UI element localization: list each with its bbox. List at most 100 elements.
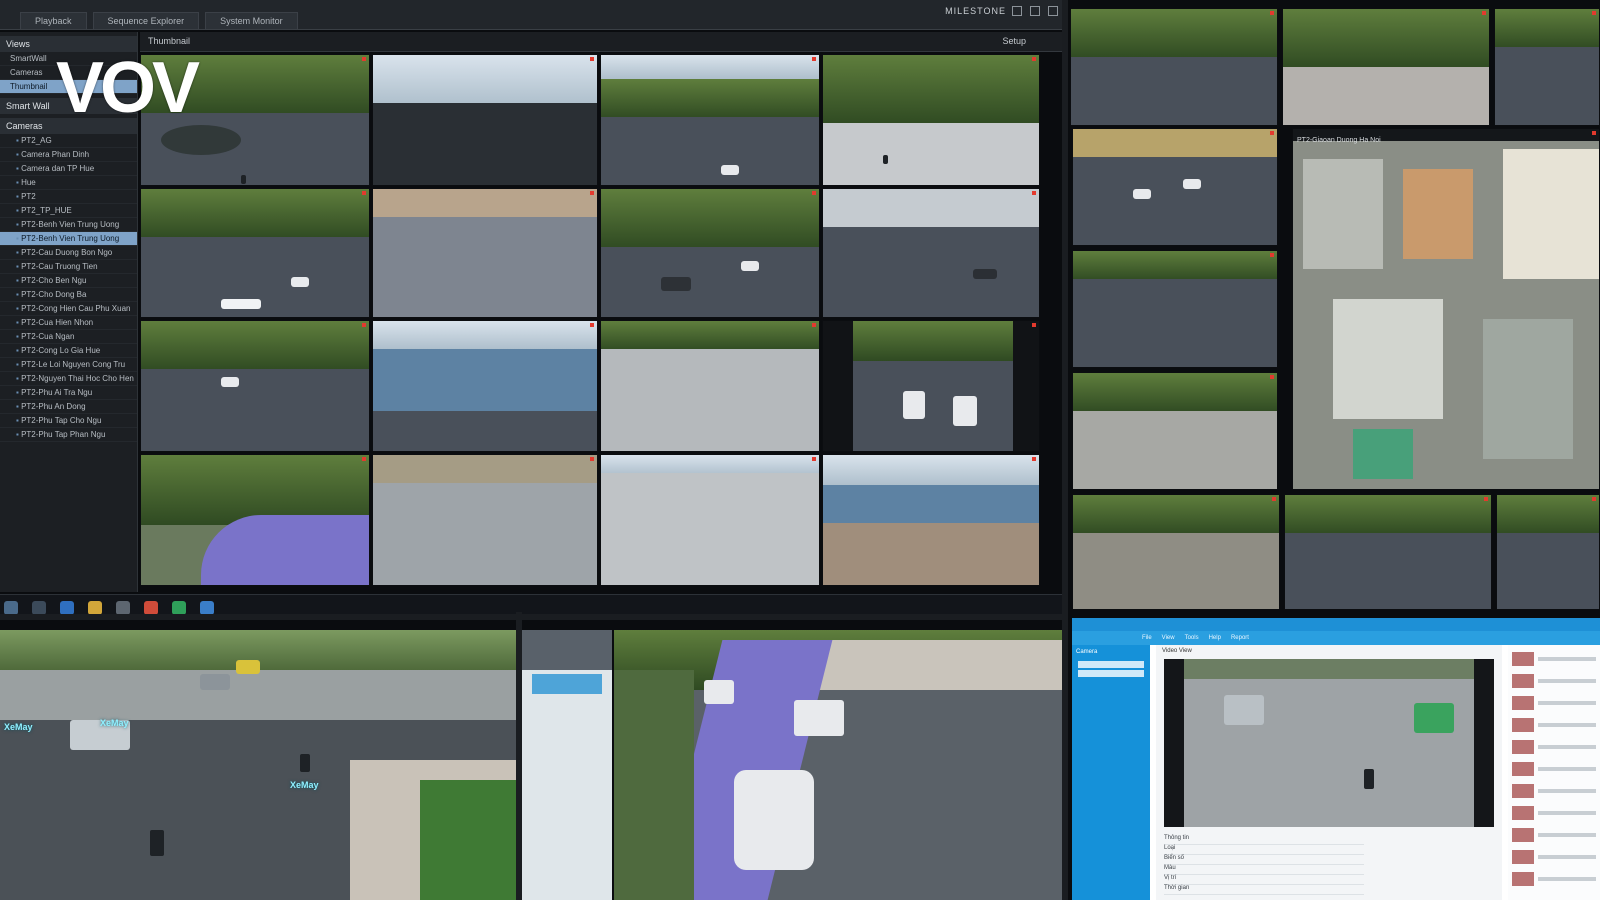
list-item[interactable] <box>1512 805 1596 821</box>
tree-item-camera[interactable]: PT2-Cua Ngan <box>0 330 137 344</box>
detail-row: Thông tin <box>1164 835 1364 845</box>
detail-row: Biển số <box>1164 855 1364 865</box>
tree-item-camera[interactable]: PT2-Cua Hien Nhon <box>0 316 137 330</box>
list-item[interactable] <box>1512 673 1596 689</box>
list-item[interactable] <box>1512 717 1596 733</box>
browser-icon[interactable] <box>144 600 158 615</box>
app-green-icon[interactable] <box>172 600 186 615</box>
tree-item-camera[interactable]: PT2-Le Loi Nguyen Cong Tru <box>0 358 137 372</box>
list-item[interactable] <box>1512 651 1596 667</box>
app-thumbnail-list <box>1508 645 1600 900</box>
tree-item-camera-selected[interactable]: PT2-Benh Vien Trung Uong <box>0 232 137 246</box>
maximize-icon[interactable] <box>1030 6 1040 16</box>
app-main: Video View Thông tin Loại Biển số Màu Vị… <box>1156 645 1502 900</box>
monitor-bezel <box>516 612 522 900</box>
camera-tile[interactable] <box>600 320 820 452</box>
app-blue-icon[interactable] <box>200 600 214 615</box>
list-item[interactable] <box>1512 827 1596 843</box>
camera-tile-large[interactable]: PT2-Giaoan Duong Ha Noi <box>1292 128 1600 490</box>
tree-item-camera[interactable]: PT2-Cong Lo Gia Hue <box>0 344 137 358</box>
menu-item[interactable]: View <box>1162 631 1175 645</box>
camera-tile[interactable] <box>372 188 598 318</box>
monitor-bezel <box>1062 0 1068 900</box>
camera-tile[interactable] <box>372 54 598 186</box>
camera-tile[interactable] <box>1282 8 1490 126</box>
camera-tile[interactable] <box>1494 8 1600 126</box>
camera-tile[interactable] <box>1070 8 1278 126</box>
tab-system-monitor[interactable]: System Monitor <box>205 12 298 29</box>
tree-item-camera[interactable]: PT2-Cau Duong Bon Ngo <box>0 246 137 260</box>
monitor-bezel <box>0 614 1066 620</box>
tree-item-camera[interactable]: PT2_TP_HUE <box>0 204 137 218</box>
search-icon[interactable] <box>32 600 46 615</box>
tree-item-camera[interactable]: PT2-Cho Dong Ba <box>0 288 137 302</box>
camera-tile[interactable] <box>822 320 1040 452</box>
tree-item-camera[interactable]: PT2-Benh Vien Trung Uong <box>0 218 137 232</box>
camera-tile[interactable] <box>600 188 820 318</box>
menu-item[interactable]: Help <box>1209 631 1221 645</box>
view-label[interactable]: Thumbnail <box>148 36 190 46</box>
camera-tile[interactable] <box>140 454 370 586</box>
camera-tile[interactable] <box>822 454 1040 586</box>
close-icon[interactable] <box>1048 6 1058 16</box>
start-icon[interactable] <box>4 600 18 615</box>
camera-tile[interactable] <box>372 454 598 586</box>
list-item[interactable] <box>1512 739 1596 755</box>
camera-tile[interactable] <box>1072 494 1280 610</box>
tree-item-camera[interactable]: PT2-Cau Truong Tien <box>0 260 137 274</box>
camera-tile[interactable] <box>1072 128 1278 246</box>
ai-detection-tag: XeMay <box>290 780 319 790</box>
camera-tile[interactable] <box>1496 494 1600 610</box>
menu-item[interactable]: Report <box>1231 631 1249 645</box>
tree-item-camera[interactable]: Hue <box>0 176 137 190</box>
tree-item-camera[interactable]: PT2-Phu Tap Cho Ngu <box>0 414 137 428</box>
list-item[interactable] <box>1512 761 1596 777</box>
list-item[interactable] <box>1512 849 1596 865</box>
detail-row: Vị trí <box>1164 875 1364 885</box>
camera-tile[interactable] <box>140 188 370 318</box>
menu-item[interactable]: Tools <box>1185 631 1199 645</box>
setup-button[interactable]: Setup <box>1002 36 1026 46</box>
camera-tile[interactable] <box>140 320 370 452</box>
vov-logo: VOV <box>56 52 252 124</box>
app-side-input[interactable] <box>1078 661 1144 668</box>
store-icon[interactable] <box>116 600 130 615</box>
tree-item-camera[interactable]: PT2_AG <box>0 134 137 148</box>
menu-item[interactable]: File <box>1142 631 1152 645</box>
tree-item-camera[interactable]: PT2-Cong Hien Cau Phu Xuan <box>0 302 137 316</box>
list-item[interactable] <box>1512 871 1596 887</box>
analytics-app-window: File View Tools Help Report Camera Video… <box>1072 618 1600 900</box>
folder-icon[interactable] <box>88 600 102 615</box>
camera-tile[interactable] <box>600 454 820 586</box>
tree-item-camera[interactable]: Camera dan TP Hue <box>0 162 137 176</box>
list-item[interactable] <box>1512 695 1596 711</box>
camera-tile[interactable] <box>1072 372 1278 490</box>
tree-item-camera[interactable]: PT2-Nguyen Thai Hoc Cho Hen <box>0 372 137 386</box>
list-item[interactable] <box>1512 783 1596 799</box>
large-camera-view-street[interactable]: XeMay XeMay XeMay <box>0 630 520 900</box>
camera-tile[interactable] <box>1284 494 1492 610</box>
camera-tile[interactable] <box>1072 250 1278 368</box>
window-controls <box>1012 6 1058 16</box>
vms-topbar: Playback Sequence Explorer System Monito… <box>0 0 1066 30</box>
app-icon[interactable] <box>60 600 74 615</box>
large-camera-view-ai-lane[interactable] <box>614 630 1068 900</box>
tree-item-camera[interactable]: PT2 <box>0 190 137 204</box>
app-side-input[interactable] <box>1078 670 1144 677</box>
tree-item-camera[interactable]: PT2-Phu An Dong <box>0 400 137 414</box>
vms-toolbar: Thumbnail Setup <box>140 32 1066 52</box>
camera-tile[interactable] <box>822 188 1040 318</box>
tab-sequence-explorer[interactable]: Sequence Explorer <box>92 12 200 29</box>
camera-tile[interactable] <box>822 54 1040 186</box>
camera-tile[interactable] <box>372 320 598 452</box>
tree-item-camera[interactable]: PT2-Cho Ben Ngu <box>0 274 137 288</box>
tab-playback[interactable]: Playback <box>20 12 87 29</box>
app-video-player[interactable] <box>1164 659 1494 827</box>
detail-row: Màu <box>1164 865 1364 875</box>
tree-item-camera[interactable]: PT2-Phu Tap Phan Ngu <box>0 428 137 442</box>
camera-tile[interactable] <box>600 54 820 186</box>
monitor-strip <box>522 630 612 900</box>
tree-item-camera[interactable]: PT2-Phu Ai Tra Ngu <box>0 386 137 400</box>
tree-item-camera[interactable]: Camera Phan Dinh <box>0 148 137 162</box>
minimize-icon[interactable] <box>1012 6 1022 16</box>
